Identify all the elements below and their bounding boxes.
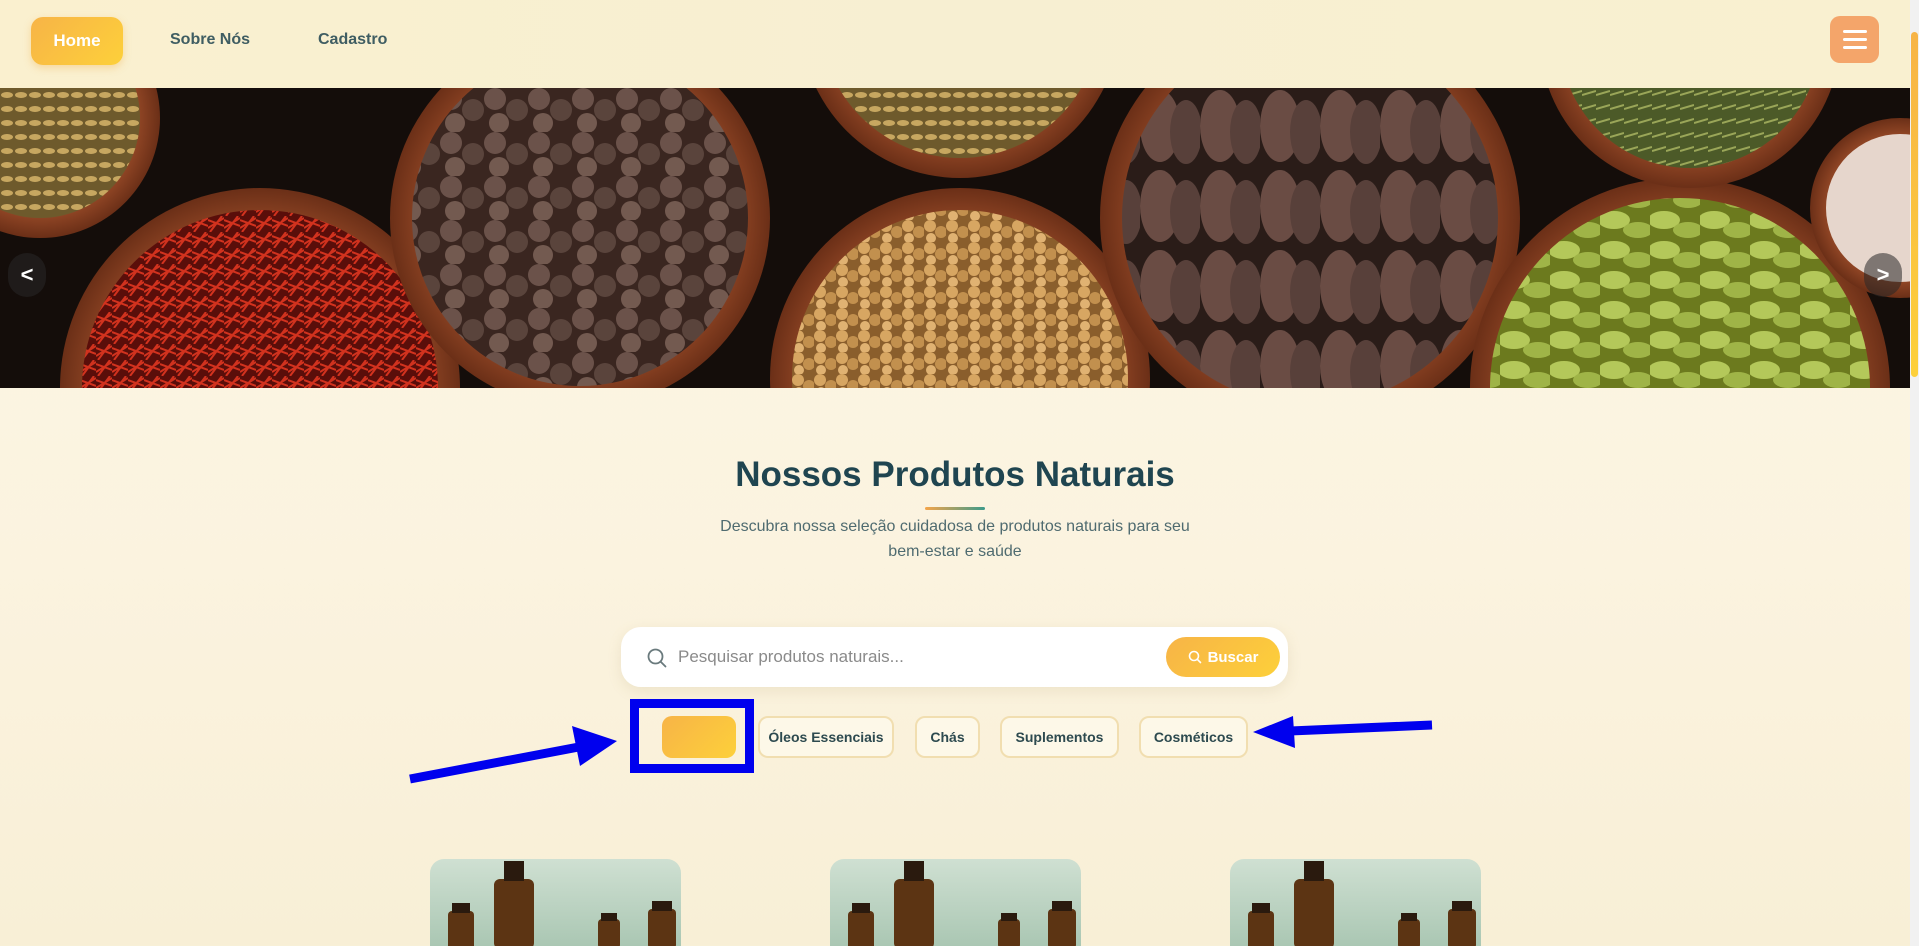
annotation-arrow-right-icon bbox=[1253, 716, 1295, 748]
products-subtitle: Descubra nossa seleção cuidadosa de prod… bbox=[720, 518, 1190, 560]
product-card-image[interactable] bbox=[1230, 859, 1481, 946]
search-button[interactable]: Buscar bbox=[1166, 637, 1280, 677]
title-underline bbox=[925, 507, 985, 510]
nav-cadastro-link[interactable]: Cadastro bbox=[318, 31, 387, 49]
carousel-prev-button[interactable]: < bbox=[8, 253, 46, 297]
annotation-highlight-box bbox=[630, 699, 754, 773]
filter-suplementos[interactable]: Suplementos bbox=[1000, 716, 1119, 758]
search-button-icon bbox=[1188, 650, 1201, 664]
filter-chas[interactable]: Chás bbox=[915, 716, 980, 758]
hamburger-line bbox=[1842, 46, 1867, 49]
navbar: Home Sobre Nós Cadastro bbox=[0, 0, 1910, 88]
hero-carousel: < > bbox=[0, 88, 1910, 388]
essential-oil-bottles-image bbox=[448, 861, 676, 946]
filter-cosmeticos[interactable]: Cosméticos bbox=[1139, 716, 1248, 758]
product-card-image[interactable] bbox=[430, 859, 681, 946]
essential-oil-bottles-image bbox=[848, 861, 1076, 946]
annotation-arrow-left-icon bbox=[572, 726, 617, 766]
filter-oleos-essenciais[interactable]: Óleos Essenciais bbox=[758, 716, 894, 758]
search-icon bbox=[647, 648, 667, 668]
carousel-next-button[interactable]: > bbox=[1864, 253, 1902, 297]
nav-home-link[interactable]: Home bbox=[31, 17, 123, 65]
search-input[interactable] bbox=[678, 640, 1148, 674]
hamburger-line bbox=[1842, 38, 1867, 41]
products-title: Nossos Produtos Naturais bbox=[735, 455, 1175, 494]
hamburger-menu-button[interactable] bbox=[1830, 16, 1879, 63]
product-card-image[interactable] bbox=[830, 859, 1081, 946]
hamburger-icon bbox=[1842, 30, 1867, 33]
search-button-label: Buscar bbox=[1207, 648, 1259, 666]
nav-sobre-nos-link[interactable]: Sobre Nós bbox=[170, 31, 250, 49]
scrollbar-thumb[interactable] bbox=[1911, 32, 1918, 377]
essential-oil-bottles-image bbox=[1248, 861, 1476, 946]
hero-spices-image bbox=[0, 88, 1910, 388]
